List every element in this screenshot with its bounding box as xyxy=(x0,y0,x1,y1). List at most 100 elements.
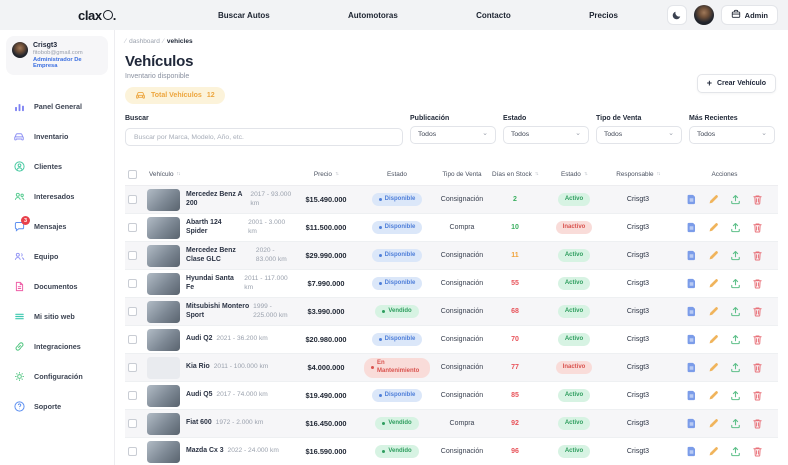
sidebar-item-documentos[interactable]: Documentos xyxy=(0,271,114,301)
row-checkbox[interactable] xyxy=(128,251,137,260)
sidebar-item-integraciones[interactable]: Integraciones xyxy=(0,331,114,361)
column-header-dias-en-stock[interactable]: Días en Stock ↑↓ xyxy=(487,171,543,179)
sidebar-item-inventario[interactable]: Inventario xyxy=(0,121,114,151)
edit-action-button[interactable] xyxy=(708,446,720,458)
publish-action-button[interactable] xyxy=(730,334,742,346)
vehicle-row[interactable]: Audi Q5 2017 - 74.000 km $19.490.000 Dispon… xyxy=(125,382,778,410)
row-checkbox[interactable] xyxy=(128,279,137,288)
sort-icon[interactable]: ↑↓ xyxy=(657,171,661,178)
delete-action-button[interactable] xyxy=(752,250,764,262)
edit-action-button[interactable] xyxy=(708,222,720,234)
view-action-button[interactable] xyxy=(686,194,698,206)
create-vehicle-button[interactable]: + Crear Vehículo xyxy=(696,74,776,93)
vehicle-row[interactable]: Hyundai Santa Fe 2011 - 117.000 km $7.990.… xyxy=(125,270,778,298)
row-checkbox[interactable] xyxy=(128,335,137,344)
delete-action-button[interactable] xyxy=(752,222,764,234)
edit-action-button[interactable] xyxy=(708,306,720,318)
row-checkbox[interactable] xyxy=(128,447,137,456)
sidebar-item-mensajes[interactable]: 3 Mensajes xyxy=(0,211,114,241)
breadcrumb-vehicles[interactable]: vehicles xyxy=(167,38,193,45)
delete-action-button[interactable] xyxy=(752,278,764,290)
nav-link-precios[interactable]: Precios xyxy=(589,11,618,20)
view-action-button[interactable] xyxy=(686,446,698,458)
vehicle-row[interactable]: Abarth 124 Spider 2001 - 3.000 km $11.500.… xyxy=(125,214,778,242)
sort-icon[interactable]: ↑↓ xyxy=(535,171,539,178)
publish-action-button[interactable] xyxy=(730,390,742,402)
publish-action-button[interactable] xyxy=(730,362,742,374)
publish-action-button[interactable] xyxy=(730,278,742,290)
view-action-button[interactable] xyxy=(686,362,698,374)
delete-action-button[interactable] xyxy=(752,306,764,318)
edit-action-button[interactable] xyxy=(708,418,720,430)
sort-icon[interactable]: ↑↓ xyxy=(177,171,181,178)
search-input[interactable] xyxy=(125,128,403,146)
column-header-estado-2[interactable]: Estado ↑↓ xyxy=(543,171,605,179)
publish-action-button[interactable] xyxy=(730,306,742,318)
user-card[interactable]: Crisgt3 fitobob@gmail.com Administrador … xyxy=(6,36,108,75)
view-action-button[interactable] xyxy=(686,334,698,346)
sort-icon[interactable]: ↑↓ xyxy=(335,171,339,178)
vehicle-row[interactable]: Mazda Cx 3 2022 - 24.000 km $16.590.000 Ven… xyxy=(125,438,778,465)
publish-action-button[interactable] xyxy=(730,222,742,234)
edit-action-button[interactable] xyxy=(708,194,720,206)
view-action-button[interactable] xyxy=(686,306,698,318)
vehicle-row[interactable]: Mercedez Benz Clase GLC 2020 - 83.000 km $… xyxy=(125,242,778,270)
row-checkbox[interactable] xyxy=(128,419,137,428)
row-checkbox[interactable] xyxy=(128,391,137,400)
edit-action-button[interactable] xyxy=(708,362,720,374)
publish-action-button[interactable] xyxy=(730,194,742,206)
vehicle-row[interactable]: Fiat 600 1972 - 2.000 km $16.450.000 Vendid… xyxy=(125,410,778,438)
vehicle-row[interactable]: Audi Q2 2021 - 36.200 km $20.980.000 Dispon… xyxy=(125,326,778,354)
sale-type-select[interactable]: Todos ⌄ xyxy=(596,125,682,144)
row-checkbox[interactable] xyxy=(128,195,137,204)
delete-action-button[interactable] xyxy=(752,362,764,374)
column-header-responsable[interactable]: Responsable ↑↓ xyxy=(605,171,671,179)
status-select[interactable]: Todos ⌄ xyxy=(503,125,589,144)
responsible: Crisgt3 xyxy=(626,420,650,427)
publication-select[interactable]: Todos ⌄ xyxy=(410,125,496,144)
row-checkbox[interactable] xyxy=(128,223,137,232)
publish-action-button[interactable] xyxy=(730,250,742,262)
sidebar-item-equipo[interactable]: Equipo xyxy=(0,241,114,271)
edit-action-button[interactable] xyxy=(708,334,720,346)
edit-action-button[interactable] xyxy=(708,250,720,262)
delete-action-button[interactable] xyxy=(752,418,764,430)
admin-button[interactable]: Admin xyxy=(720,5,778,25)
breadcrumb-dashboard[interactable]: dashboard xyxy=(129,38,160,45)
row-checkbox[interactable] xyxy=(128,363,137,372)
column-header-precio[interactable]: Precio ↑↓ xyxy=(295,171,357,179)
delete-action-button[interactable] xyxy=(752,334,764,346)
sidebar-item-interesados[interactable]: Interesados xyxy=(0,181,114,211)
recency-select[interactable]: Todos ⌄ xyxy=(689,125,775,144)
sort-icon[interactable]: ↑↓ xyxy=(584,171,588,178)
view-action-button[interactable] xyxy=(686,278,698,290)
view-action-button[interactable] xyxy=(686,390,698,402)
sidebar-item-panel-general[interactable]: Panel General xyxy=(0,91,114,121)
vehicle-row[interactable]: Kia Rio 2011 - 100.000 km $4.000.000 En Man… xyxy=(125,354,778,382)
view-action-button[interactable] xyxy=(686,418,698,430)
row-checkbox[interactable] xyxy=(128,307,137,316)
delete-action-button[interactable] xyxy=(752,446,764,458)
view-action-button[interactable] xyxy=(686,250,698,262)
view-action-button[interactable] xyxy=(686,222,698,234)
nav-link-automotoras[interactable]: Automotoras xyxy=(348,11,398,20)
publish-action-button[interactable] xyxy=(730,446,742,458)
vehicle-row[interactable]: Mercedez Benz A 200 2017 - 93.000 km $15.4… xyxy=(125,186,778,214)
vehicle-row[interactable]: Mitsubishi Montero Sport 1999 - 225.000 k… xyxy=(125,298,778,326)
dark-mode-toggle[interactable] xyxy=(666,5,687,25)
sidebar-item-configuracion[interactable]: Configuración xyxy=(0,361,114,391)
column-header-vehiculo[interactable]: Vehículo ↑↓ xyxy=(147,171,295,179)
sidebar-item-soporte[interactable]: Soporte xyxy=(0,391,114,421)
user-avatar[interactable] xyxy=(693,5,714,25)
select-all-checkbox[interactable] xyxy=(128,170,137,179)
sidebar-item-mi-sitio-web[interactable]: Mi sitio web xyxy=(0,301,114,331)
nav-link-contacto[interactable]: Contacto xyxy=(476,11,511,20)
delete-action-button[interactable] xyxy=(752,390,764,402)
nav-link-buscar-autos[interactable]: Buscar Autos xyxy=(218,11,270,20)
publish-action-button[interactable] xyxy=(730,418,742,430)
sidebar-item-clientes[interactable]: Clientes xyxy=(0,151,114,181)
delete-action-button[interactable] xyxy=(752,194,764,206)
brand-logo[interactable]: clax. xyxy=(78,8,116,23)
edit-action-button[interactable] xyxy=(708,278,720,290)
edit-action-button[interactable] xyxy=(708,390,720,402)
